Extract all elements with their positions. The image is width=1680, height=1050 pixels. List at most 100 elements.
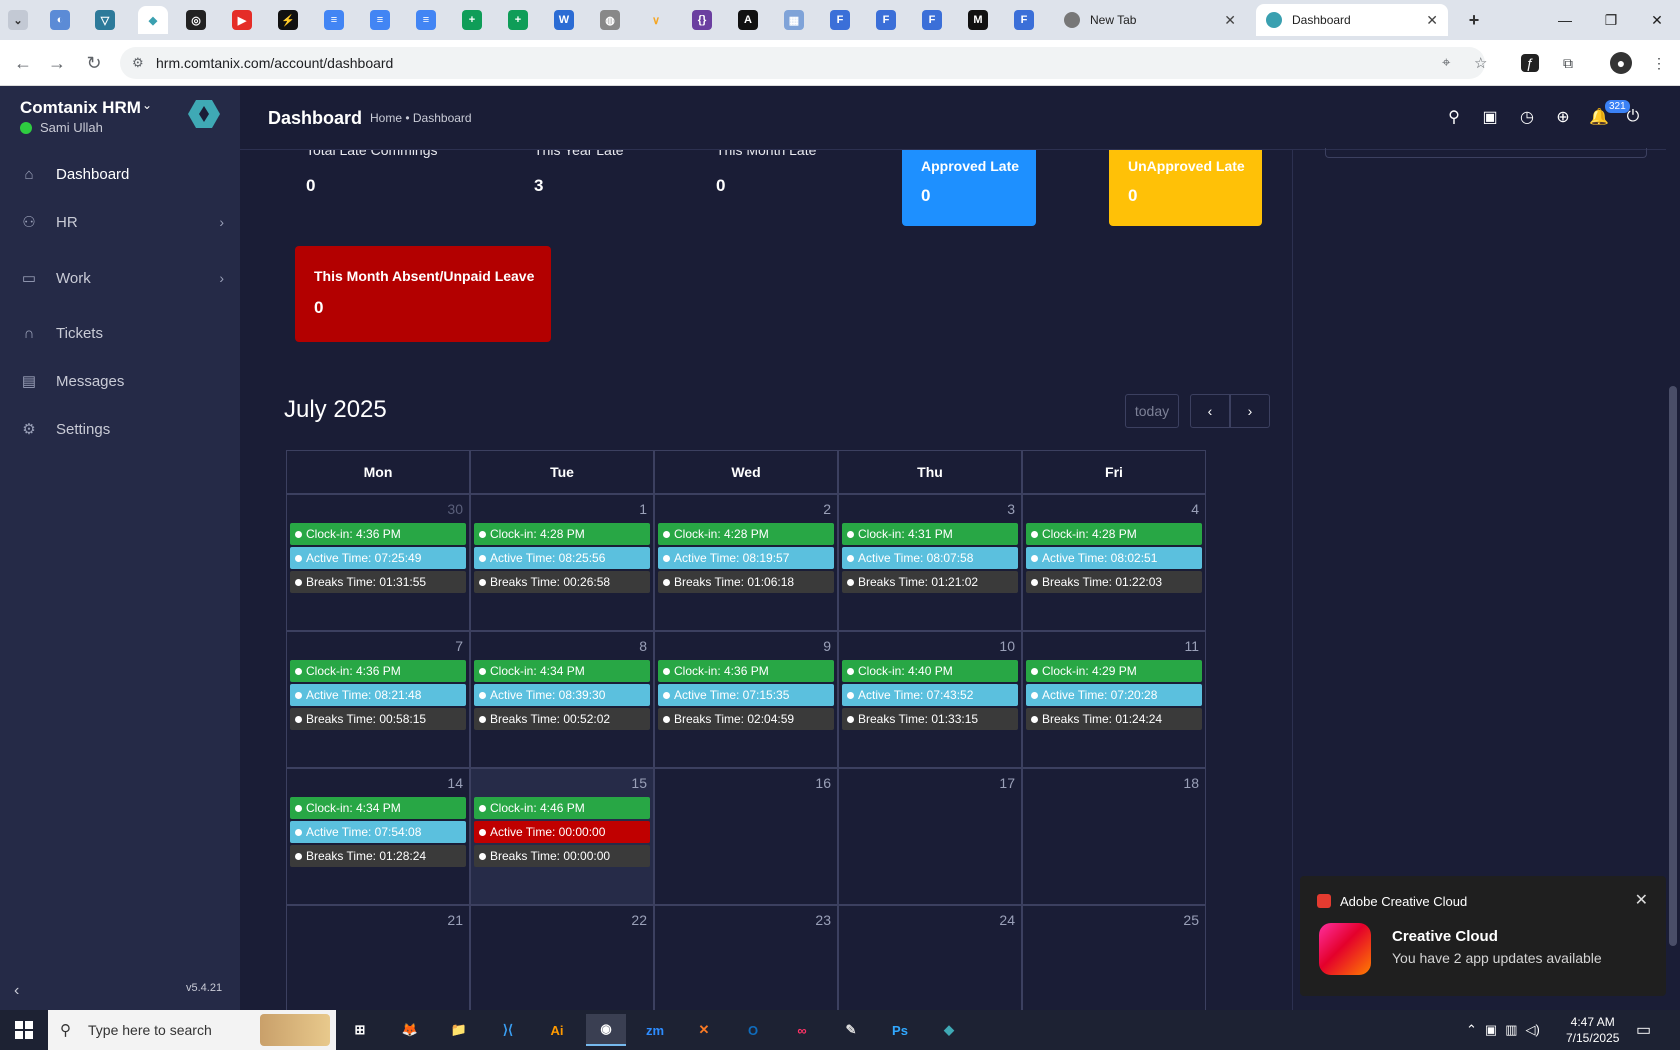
app-logo[interactable] — [188, 98, 220, 130]
notification-center-icon[interactable]: ▭ — [1636, 1020, 1651, 1040]
calendar-event-active[interactable]: Active Time: 08:25:56 — [474, 547, 650, 569]
day-number[interactable]: 16 — [815, 775, 831, 791]
menu-kebab-icon[interactable]: ⋮ — [1648, 52, 1670, 74]
calendar-event-active[interactable]: Active Time: 07:20:28 — [1026, 684, 1202, 706]
creative-cloud-icon[interactable]: ∞ — [782, 1014, 822, 1046]
calendar-day-cell[interactable]: 3 Clock-in: 4:31 PM Active Time: 08:07:58 B… — [838, 494, 1022, 631]
calendar-event-active[interactable]: Active Time: 08:07:58 — [842, 547, 1018, 569]
forms-icon[interactable]: F — [922, 10, 942, 30]
extension-f-icon[interactable]: ƒ — [1521, 54, 1539, 72]
calendar-event-breaks[interactable]: Breaks Time: 00:26:58 — [474, 571, 650, 593]
docs-icon[interactable]: ≡ — [416, 10, 436, 30]
calendar-event-breaks[interactable]: Breaks Time: 02:04:59 — [658, 708, 834, 730]
calendar-day-cell[interactable]: 15 Clock-in: 4:46 PM Active Time: 00:00:00… — [470, 768, 654, 905]
calendar-event-alert[interactable]: Active Time: 00:00:00 — [474, 821, 650, 843]
calendar-event-clockin[interactable]: Clock-in: 4:28 PM — [658, 523, 834, 545]
windows-start-icon[interactable] — [0, 1010, 48, 1050]
tab-newtab[interactable]: New Tab ✕ — [1054, 4, 1246, 36]
sidebar-item-settings[interactable]: ⚙ Settings — [0, 409, 240, 449]
calendar-day-cell[interactable]: 9 Clock-in: 4:36 PM Active Time: 07:15:35 B… — [654, 631, 838, 768]
calendar-day-cell[interactable]: 1 Clock-in: 4:28 PM Active Time: 08:25:56 B… — [470, 494, 654, 631]
taskbar-search-input[interactable]: ⚲ Type here to search — [48, 1010, 336, 1050]
site-info-icon[interactable]: ⚙ — [132, 55, 144, 71]
calendar-event-active[interactable]: Active Time: 07:54:08 — [290, 821, 466, 843]
calendar-event-breaks[interactable]: Breaks Time: 01:06:18 — [658, 571, 834, 593]
calendar-day-cell[interactable]: 10 Clock-in: 4:40 PM Active Time: 07:43:52… — [838, 631, 1022, 768]
power-icon[interactable]: ⏻ — [1622, 106, 1644, 128]
calendar-event-breaks[interactable]: Breaks Time: 00:58:15 — [290, 708, 466, 730]
day-number[interactable]: 14 — [447, 775, 463, 791]
chrome-icon[interactable]: ◉ — [586, 1014, 626, 1046]
restore-icon[interactable]: ❐ — [1588, 0, 1634, 40]
calendar-event-clockin[interactable]: Clock-in: 4:36 PM — [290, 523, 466, 545]
taskbar-clock[interactable]: 4:47 AM 7/15/2025 — [1566, 1014, 1619, 1046]
calendar-day-cell[interactable]: 25 — [1022, 905, 1206, 1010]
calendar-day-cell[interactable]: 2 Clock-in: 4:28 PM Active Time: 08:19:57 B… — [654, 494, 838, 631]
sheets-icon[interactable]: + — [508, 10, 528, 30]
tab-favicon-icon[interactable]: ⚡ — [278, 10, 298, 30]
calendar-event-clockin[interactable]: Clock-in: 4:46 PM — [474, 797, 650, 819]
day-number[interactable]: 2 — [823, 501, 831, 517]
calendar-event-clockin[interactable]: Clock-in: 4:29 PM — [1026, 660, 1202, 682]
chevron-down-icon[interactable]: ⌄ — [142, 98, 152, 112]
tray-chevron-icon[interactable]: ⌃ — [1466, 1022, 1477, 1038]
calendar-event-breaks[interactable]: Breaks Time: 00:52:02 — [474, 708, 650, 730]
calendar-event-active[interactable]: Active Time: 08:02:51 — [1026, 547, 1202, 569]
day-number[interactable]: 9 — [823, 638, 831, 654]
day-number[interactable]: 24 — [999, 912, 1015, 928]
add-circle-icon[interactable]: ⊕ — [1552, 106, 1574, 128]
calendar-event-breaks[interactable]: Breaks Time: 01:28:24 — [290, 845, 466, 867]
calendar-day-cell[interactable]: 24 — [838, 905, 1022, 1010]
calendar-event-clockin[interactable]: Clock-in: 4:34 PM — [474, 660, 650, 682]
search-icon[interactable]: ⚲ — [1443, 106, 1465, 128]
photoshop-icon[interactable]: Ps — [880, 1014, 920, 1046]
collapse-sidebar-icon[interactable]: ‹ — [14, 982, 19, 1000]
tab-favicon-icon[interactable]: ∨ — [646, 10, 666, 30]
close-icon[interactable]: ✕ — [1635, 890, 1648, 910]
new-tab-icon[interactable]: + — [1464, 10, 1484, 30]
prev-month-button[interactable]: ‹ — [1190, 394, 1230, 428]
calendar-event-clockin[interactable]: Clock-in: 4:34 PM — [290, 797, 466, 819]
calendar-event-active[interactable]: Active Time: 08:39:30 — [474, 684, 650, 706]
today-button[interactable]: today — [1125, 394, 1179, 428]
calendar-day-cell[interactable]: 23 — [654, 905, 838, 1010]
clock-icon[interactable]: ◷ — [1516, 106, 1538, 128]
close-icon[interactable]: ✕ — [1224, 12, 1236, 29]
docs-icon[interactable]: ≡ — [370, 10, 390, 30]
file-explorer-icon[interactable]: 📁 — [439, 1014, 479, 1046]
day-number[interactable]: 23 — [815, 912, 831, 928]
calendar-event-active[interactable]: Active Time: 08:21:48 — [290, 684, 466, 706]
page-scrollbar[interactable] — [1666, 86, 1680, 1010]
breadcrumb[interactable]: Home • Dashboard — [370, 111, 472, 125]
calendar-event-breaks[interactable]: Breaks Time: 01:31:55 — [290, 571, 466, 593]
network-icon[interactable]: ▥ — [1505, 1022, 1517, 1038]
zoom-icon[interactable]: zm — [635, 1014, 675, 1046]
outlook-icon[interactable]: O — [733, 1014, 773, 1046]
tab-favicon-icon[interactable]: ▽ — [95, 10, 115, 30]
day-number[interactable]: 11 — [1184, 638, 1199, 654]
day-number[interactable]: 10 — [999, 638, 1015, 654]
tab-favicon-icon[interactable]: ▦ — [784, 10, 804, 30]
calendar-event-active[interactable]: Active Time: 07:15:35 — [658, 684, 834, 706]
url-input[interactable]: ⚙ hrm.comtanix.com/account/dashboard ⌖ ☆ — [120, 47, 1487, 79]
calendar-event-clockin[interactable]: Clock-in: 4:36 PM — [290, 660, 466, 682]
reload-icon[interactable]: ↻ — [83, 52, 105, 74]
calendar-event-breaks[interactable]: Breaks Time: 01:21:02 — [842, 571, 1018, 593]
day-number[interactable]: 3 — [1007, 501, 1015, 517]
docs-icon[interactable]: ≡ — [324, 10, 344, 30]
sticky-note-icon[interactable]: ▣ — [1479, 106, 1501, 128]
hrm-app-icon[interactable]: ◆ — [929, 1014, 969, 1046]
calendar-event-active[interactable]: Active Time: 07:43:52 — [842, 684, 1018, 706]
close-icon[interactable]: ✕ — [1426, 12, 1438, 29]
tab-favicon-icon[interactable]: ◎ — [186, 10, 206, 30]
extensions-puzzle-icon[interactable]: ⧉ — [1557, 52, 1579, 74]
day-number[interactable]: 30 — [447, 501, 463, 517]
vscode-icon[interactable]: ⟩⟨ — [488, 1014, 528, 1046]
tab-favicon-icon[interactable]: {} — [692, 10, 712, 30]
forms-icon[interactable]: F — [876, 10, 896, 30]
day-number[interactable]: 8 — [639, 638, 647, 654]
day-number[interactable]: 18 — [1183, 775, 1199, 791]
unapproved-late-card[interactable]: UnApproved Late 0 — [1109, 150, 1262, 226]
calendar-event-breaks[interactable]: Breaks Time: 01:33:15 — [842, 708, 1018, 730]
minimize-icon[interactable]: — — [1542, 0, 1588, 40]
